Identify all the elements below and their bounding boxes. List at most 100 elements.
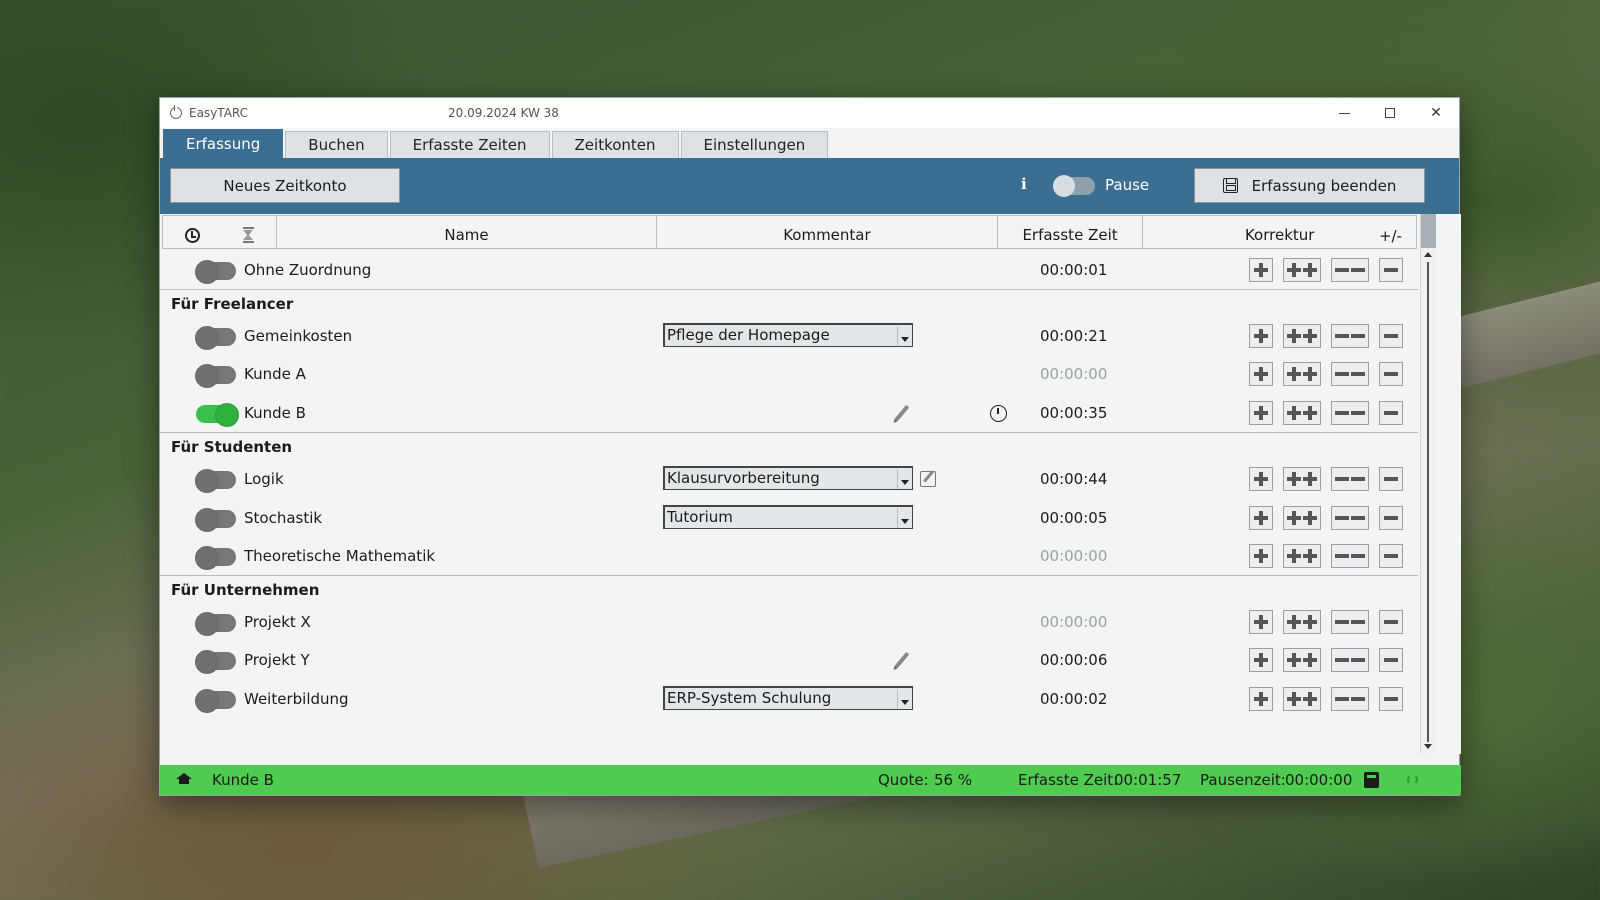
subtract-small-button[interactable] xyxy=(1379,401,1403,425)
account-toggle[interactable] xyxy=(196,403,239,427)
add-large-button[interactable] xyxy=(1283,610,1321,634)
minus-icon xyxy=(1351,554,1365,558)
add-large-button[interactable] xyxy=(1283,687,1321,711)
add-small-button[interactable] xyxy=(1249,506,1273,530)
chevron-down-icon[interactable] xyxy=(897,689,911,709)
account-toggle[interactable] xyxy=(195,689,236,713)
subtract-small-button[interactable] xyxy=(1379,610,1403,634)
subtract-small-button[interactable] xyxy=(1379,687,1403,711)
header-kommentar[interactable]: Kommentar xyxy=(657,216,998,248)
minimize-button[interactable] xyxy=(1321,98,1367,128)
subtract-large-button[interactable] xyxy=(1331,362,1369,386)
clock-icon[interactable] xyxy=(184,227,200,243)
add-small-button[interactable] xyxy=(1249,362,1273,386)
add-small-button[interactable] xyxy=(1249,324,1273,348)
graduation-cap-icon xyxy=(176,773,192,785)
comment-dropdown[interactable]: Tutorium xyxy=(663,505,913,529)
comment-dropdown[interactable]: ERP-System Schulung xyxy=(663,686,913,710)
minus-icon xyxy=(1351,516,1365,520)
account-toggle[interactable] xyxy=(195,260,236,284)
account-toggle[interactable] xyxy=(195,364,236,388)
add-large-button[interactable] xyxy=(1283,324,1321,348)
add-large-button[interactable] xyxy=(1283,258,1321,282)
tab-erfassung[interactable]: Erfassung xyxy=(163,129,284,158)
subtract-small-button[interactable] xyxy=(1379,258,1403,282)
subtract-large-button[interactable] xyxy=(1331,687,1369,711)
scroll-up-arrow[interactable] xyxy=(1424,252,1432,257)
app-window: EasyTARC 20.09.2024 KW 38 ✕ Erfassung Bu… xyxy=(159,97,1461,796)
account-name: Kunde B xyxy=(244,404,306,422)
hourglass-icon[interactable] xyxy=(243,227,255,243)
add-large-button[interactable] xyxy=(1283,544,1321,568)
add-large-button[interactable] xyxy=(1283,401,1321,425)
add-small-button[interactable] xyxy=(1249,258,1273,282)
maximize-button[interactable] xyxy=(1367,98,1413,128)
comment-dropdown[interactable]: Klausurvorbereitung xyxy=(663,466,913,490)
scroll-track[interactable] xyxy=(1427,262,1429,742)
plus-icon xyxy=(1303,367,1317,381)
vertical-scrollbar[interactable] xyxy=(1420,214,1436,753)
add-small-button[interactable] xyxy=(1249,648,1273,672)
chevron-down-icon[interactable] xyxy=(897,508,911,528)
pause-toggle[interactable] xyxy=(1053,175,1095,197)
scroll-down-arrow[interactable] xyxy=(1424,744,1432,749)
add-small-button[interactable] xyxy=(1249,687,1273,711)
subtract-small-button[interactable] xyxy=(1379,362,1403,386)
header-erfasste-zeit[interactable]: Erfasste Zeit xyxy=(998,216,1144,248)
account-toggle[interactable] xyxy=(195,469,236,493)
info-icon[interactable]: i xyxy=(1021,175,1027,193)
subtract-large-button[interactable] xyxy=(1331,506,1369,530)
subtract-large-button[interactable] xyxy=(1331,648,1369,672)
pencil-icon[interactable] xyxy=(894,404,910,422)
add-small-button[interactable] xyxy=(1249,401,1273,425)
add-small-button[interactable] xyxy=(1249,467,1273,491)
add-large-button[interactable] xyxy=(1283,467,1321,491)
edit-note-icon[interactable] xyxy=(920,471,936,487)
subtract-large-button[interactable] xyxy=(1331,324,1369,348)
subtract-large-button[interactable] xyxy=(1331,467,1369,491)
add-small-button[interactable] xyxy=(1249,610,1273,634)
header-name[interactable]: Name xyxy=(277,216,658,248)
minimize-icon xyxy=(1338,112,1350,114)
add-large-button[interactable] xyxy=(1283,506,1321,530)
correction-buttons xyxy=(1249,687,1413,711)
plus-icon xyxy=(1254,653,1268,667)
minus-icon xyxy=(1351,411,1365,415)
scroll-thumb[interactable] xyxy=(1421,214,1436,248)
chevron-down-icon[interactable] xyxy=(897,326,911,346)
add-small-button[interactable] xyxy=(1249,544,1273,568)
chevron-down-icon[interactable] xyxy=(897,469,911,489)
tab-erfasste-zeiten[interactable]: Erfasste Zeiten xyxy=(389,131,550,158)
plus-icon xyxy=(1303,329,1317,343)
status-erfasst-value: 00:01:57 xyxy=(1114,771,1182,789)
new-account-button[interactable]: Neues Zeitkonto xyxy=(170,168,400,203)
subtract-small-button[interactable] xyxy=(1379,324,1403,348)
tab-einstellungen[interactable]: Einstellungen xyxy=(680,131,829,158)
group-heading: Für Studenten xyxy=(171,438,293,456)
subtract-large-button[interactable] xyxy=(1331,610,1369,634)
tab-buchen[interactable]: Buchen xyxy=(285,131,388,158)
end-recording-button[interactable]: Erfassung beenden xyxy=(1194,168,1425,203)
subtract-large-button[interactable] xyxy=(1331,401,1369,425)
comment-value: ERP-System Schulung xyxy=(667,689,832,707)
account-toggle[interactable] xyxy=(195,508,236,532)
close-button[interactable]: ✕ xyxy=(1413,98,1459,128)
timer-icon[interactable] xyxy=(990,405,1007,422)
subtract-large-button[interactable] xyxy=(1331,544,1369,568)
comment-dropdown[interactable]: Pflege der Homepage xyxy=(663,323,913,347)
tab-zeitkonten[interactable]: Zeitkonten xyxy=(551,131,679,158)
subtract-small-button[interactable] xyxy=(1379,544,1403,568)
subtract-small-button[interactable] xyxy=(1379,648,1403,672)
subtract-small-button[interactable] xyxy=(1379,506,1403,530)
add-large-button[interactable] xyxy=(1283,362,1321,386)
account-time: 00:00:05 xyxy=(1040,509,1108,527)
add-large-button[interactable] xyxy=(1283,648,1321,672)
pencil-icon[interactable] xyxy=(894,651,910,669)
subtract-small-button[interactable] xyxy=(1379,467,1403,491)
subtract-large-button[interactable] xyxy=(1331,258,1369,282)
account-toggle[interactable] xyxy=(195,612,236,636)
account-toggle[interactable] xyxy=(195,326,236,350)
account-toggle[interactable] xyxy=(195,546,236,570)
calculator-icon[interactable] xyxy=(1364,772,1379,788)
account-toggle[interactable] xyxy=(195,650,236,674)
